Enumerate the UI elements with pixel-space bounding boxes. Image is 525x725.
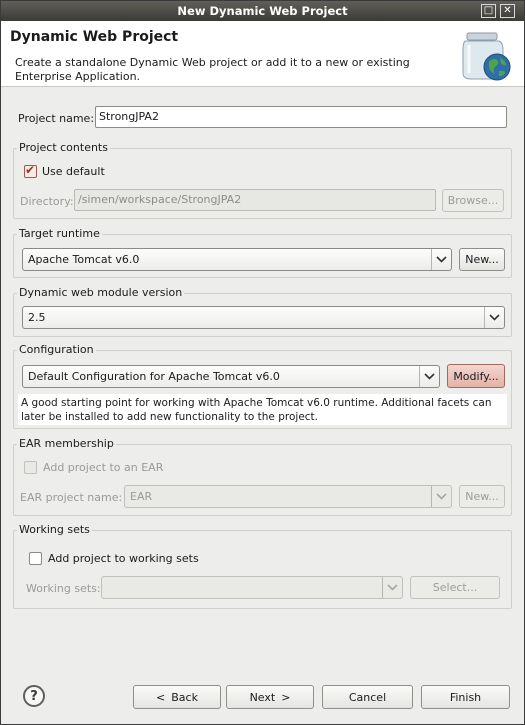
- window-title: New Dynamic Web Project: [177, 4, 348, 18]
- wizard-title: Dynamic Web Project: [10, 29, 179, 45]
- module-version-title: Dynamic web module version: [17, 286, 185, 299]
- use-default-checkbox[interactable]: ✔: [24, 163, 37, 178]
- target-runtime-title: Target runtime: [17, 227, 102, 240]
- ear-project-select[interactable]: EAR: [124, 485, 452, 508]
- checkmark-icon: ✔: [25, 163, 36, 177]
- working-sets-label: Working sets:: [26, 582, 101, 595]
- new-runtime-button[interactable]: New...: [459, 248, 505, 271]
- module-version-value: 2.5: [28, 311, 46, 324]
- wizard-banner: Dynamic Web Project Create a standalone …: [1, 21, 524, 87]
- working-sets-title: Working sets: [17, 523, 92, 536]
- ear-membership-title: EAR membership: [17, 437, 116, 450]
- add-to-ear-checkbox[interactable]: [24, 461, 37, 474]
- project-contents-title: Project contents: [17, 141, 110, 154]
- directory-input[interactable]: /simen/workspace/StrongJPA2: [74, 189, 436, 211]
- configuration-description: A good starting point for working with A…: [18, 394, 507, 425]
- add-to-working-sets-checkbox[interactable]: [29, 552, 42, 565]
- dialog-window: New Dynamic Web Project □ ✕ Dynamic Web …: [0, 0, 525, 725]
- ear-project-value: EAR: [130, 490, 153, 503]
- chevron-down-icon: [431, 249, 451, 270]
- chevron-left-icon: <: [156, 690, 166, 704]
- wizard-description: Create a standalone Dynamic Web project …: [15, 56, 410, 83]
- help-button[interactable]: ?: [23, 685, 45, 707]
- next-button[interactable]: Next >: [226, 685, 314, 709]
- modify-button[interactable]: Modify...: [447, 364, 505, 388]
- new-ear-button[interactable]: New...: [459, 485, 505, 508]
- project-name-input[interactable]: StrongJPA2: [95, 106, 507, 128]
- target-runtime-select[interactable]: Apache Tomcat v6.0: [22, 248, 452, 271]
- target-runtime-value: Apache Tomcat v6.0: [28, 253, 140, 266]
- close-icon: ✕: [503, 5, 512, 16]
- directory-label: Directory:: [20, 195, 74, 208]
- add-to-working-sets-label: Add project to working sets: [48, 552, 199, 565]
- cancel-button[interactable]: Cancel: [322, 685, 413, 709]
- ear-project-name-label: EAR project name:: [20, 491, 123, 504]
- working-sets-select[interactable]: [101, 576, 403, 599]
- maximize-icon: □: [483, 5, 494, 16]
- title-bar[interactable]: New Dynamic Web Project □ ✕: [1, 1, 524, 21]
- add-to-ear-label: Add project to an EAR: [43, 461, 164, 474]
- maximize-button[interactable]: □: [481, 4, 496, 18]
- configuration-title: Configuration: [17, 343, 96, 356]
- finish-button[interactable]: Finish: [421, 685, 510, 709]
- use-default-label: Use default: [42, 165, 105, 178]
- select-working-sets-button[interactable]: Select...: [410, 576, 500, 599]
- close-button[interactable]: ✕: [500, 4, 515, 18]
- configuration-value: Default Configuration for Apache Tomcat …: [28, 370, 280, 383]
- back-button[interactable]: < Back: [133, 685, 221, 709]
- chevron-right-icon: >: [281, 690, 291, 704]
- chevron-down-icon: [484, 307, 504, 328]
- jar-globe-icon: [462, 32, 511, 81]
- next-button-label: Next: [249, 690, 276, 704]
- project-name-label: Project name:: [18, 112, 95, 125]
- browse-button[interactable]: Browse...: [442, 189, 504, 212]
- module-version-select[interactable]: 2.5: [22, 306, 505, 329]
- back-button-label: Back: [171, 690, 198, 704]
- help-icon: ?: [30, 688, 38, 704]
- configuration-select[interactable]: Default Configuration for Apache Tomcat …: [22, 365, 440, 388]
- chevron-down-icon: [382, 577, 402, 598]
- chevron-down-icon: [419, 366, 439, 387]
- chevron-down-icon: [431, 486, 451, 507]
